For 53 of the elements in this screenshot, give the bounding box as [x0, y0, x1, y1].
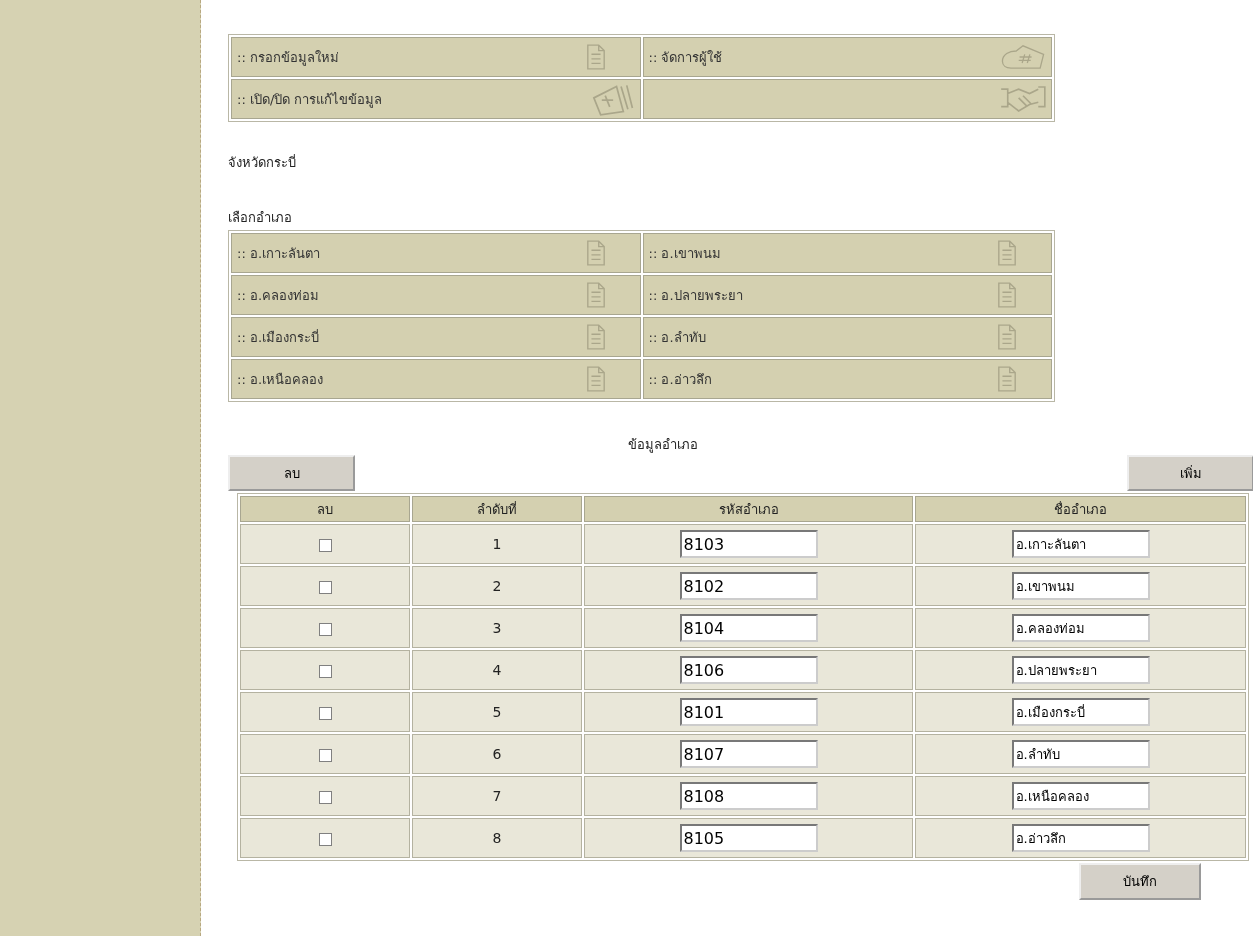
menu-item[interactable]: :: เปิด/ปิด การแก้ไขข้อมูล — [231, 79, 641, 119]
table-cell: 4 — [412, 650, 582, 690]
table-title: ข้อมูลอำเภอ — [627, 436, 699, 455]
column-header: รหัสอำเภอ — [584, 496, 913, 522]
code-field[interactable]: 8102 — [679, 572, 818, 600]
checkbox[interactable] — [318, 538, 332, 552]
checkbox[interactable] — [318, 580, 332, 594]
checkbox[interactable] — [318, 664, 332, 678]
checkbox[interactable] — [318, 832, 332, 846]
name-field[interactable]: อ.ปลายพระยา — [1011, 656, 1150, 684]
name-field[interactable]: อ.เหนือคลอง — [1011, 782, 1150, 810]
district-link[interactable]: :: อ.เมืองกระบี่ — [231, 317, 641, 357]
table-cell: 3 — [412, 608, 582, 648]
menu-item[interactable]: :: กรอกข้อมูลใหม่ — [231, 37, 641, 77]
table-cell: 2 — [412, 566, 582, 606]
district-link[interactable]: :: อ.ปลายพระยา — [642, 275, 1052, 315]
add-button[interactable]: เพิ่ม — [1127, 455, 1253, 491]
name-field[interactable]: อ.คลองท่อม — [1011, 614, 1150, 642]
column-header: ลบ — [240, 496, 410, 522]
save-button[interactable]: บันทึก — [1079, 863, 1201, 900]
name-field[interactable]: อ.เมืองกระบี่ — [1011, 698, 1150, 726]
delete-button[interactable]: ลบ — [228, 455, 355, 491]
table-cell: 7 — [412, 776, 582, 816]
table-cell: 5 — [412, 692, 582, 732]
district-link[interactable]: :: อ.อ่าวลึก — [642, 359, 1052, 399]
table-cell: 1 — [412, 524, 582, 564]
district-link[interactable]: :: อ.คลองท่อม — [231, 275, 641, 315]
name-field[interactable]: อ.ลำทับ — [1011, 740, 1150, 768]
name-field[interactable]: อ.เขาพนม — [1011, 572, 1150, 600]
table-cell: 8 — [412, 818, 582, 858]
code-field[interactable]: 8101 — [679, 698, 818, 726]
code-field[interactable]: 8106 — [679, 656, 818, 684]
name-field[interactable]: อ.อ่าวลึก — [1011, 824, 1150, 852]
district-link[interactable]: :: อ.เหนือคลอง — [231, 359, 641, 399]
checkbox[interactable] — [318, 748, 332, 762]
checkbox[interactable] — [318, 790, 332, 804]
code-field[interactable]: 8104 — [679, 614, 818, 642]
checkbox[interactable] — [318, 622, 332, 636]
menu-item[interactable]: :: จัดการผู้ใช้ — [642, 37, 1052, 77]
code-field[interactable]: 8107 — [679, 740, 818, 768]
district-link[interactable]: :: อ.เกาะลันตา — [231, 233, 641, 273]
table-cell: 6 — [412, 734, 582, 774]
column-header: ลำดับที่ — [412, 496, 582, 522]
column-header: ชื่ออำเภอ — [915, 496, 1246, 522]
district-link[interactable]: :: อ.ลำทับ — [642, 317, 1052, 357]
name-field[interactable]: อ.เกาะลันตา — [1011, 530, 1150, 558]
province-title: จังหวัดกระบี่ — [228, 153, 297, 172]
section-title: เลือกอำเภอ — [228, 209, 293, 227]
code-field[interactable]: 8103 — [679, 530, 818, 558]
checkbox[interactable] — [318, 706, 332, 720]
code-field[interactable]: 8105 — [679, 824, 818, 852]
district-link[interactable]: :: อ.เขาพนม — [642, 233, 1052, 273]
code-field[interactable]: 8108 — [679, 782, 818, 810]
